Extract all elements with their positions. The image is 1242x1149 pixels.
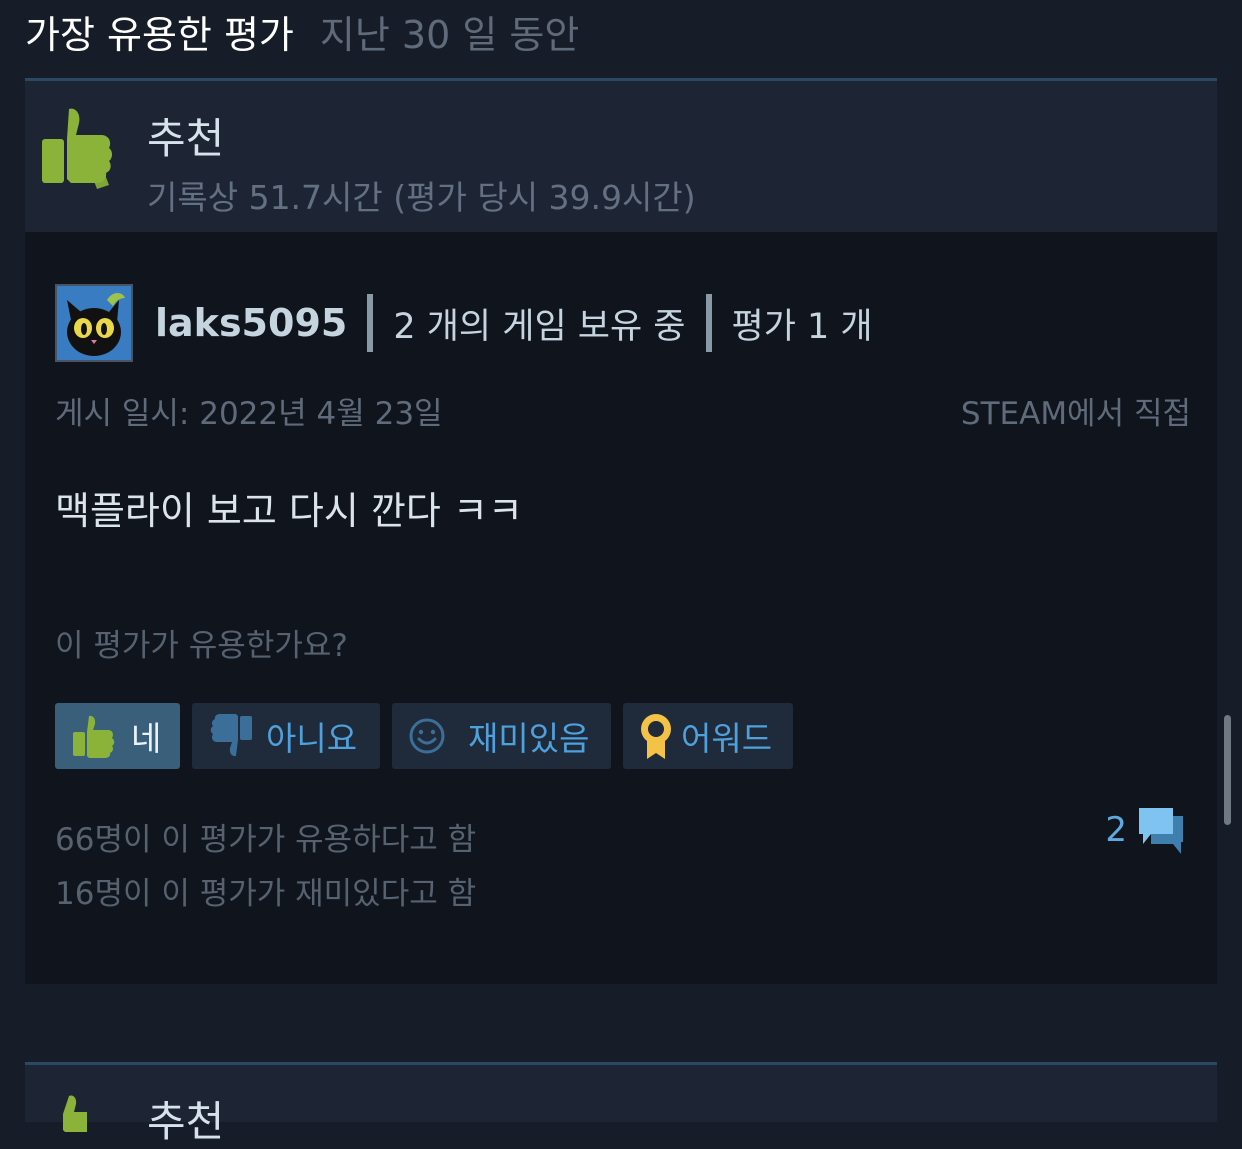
review-text: 맥플라이 보고 다시 깐다 ㅋㅋ [55,489,523,533]
helpful-question: 이 평가가 유용한가요? [55,628,348,664]
thumbs-up-icon [63,1095,87,1132]
funny-count: 16명이 이 평가가 재미있다고 함 [55,876,477,912]
award-button[interactable]: 어워드 [623,703,793,769]
section-period: 지난 30 일 동안 [319,13,580,57]
thumbs-up-icon [42,108,112,189]
divider [705,294,712,352]
divider [367,294,374,352]
thumbs-down-icon [210,714,252,757]
author-row: laks5095 2 개의 게임 보유 중 평가 1 개 [55,283,873,363]
helpful-count: 66명이 이 평가가 유용하다고 함 [55,822,477,858]
review-source: STEAM에서 직접 [960,396,1191,432]
thumbs-up-icon [73,715,115,758]
card-top-border [25,1062,1217,1065]
author-name[interactable]: laks5095 [155,301,347,345]
cat-avatar-icon [57,286,131,360]
next-recommendation-label: 추천 [147,1097,225,1146]
vote-yes-label: 네 [131,719,162,758]
author-games-owned[interactable]: 2 개의 게임 보유 중 [393,298,685,349]
vote-no-button[interactable]: 아니요 [192,703,380,769]
scrollbar[interactable] [1224,715,1231,825]
review-card: 추천 기록상 51.7시간 (평가 당시 39.9시간) laks5095 2 … [25,78,1217,984]
comment-bubble-icon [1139,808,1183,854]
award-label: 어워드 [681,719,773,758]
section-header: 가장 유용한 평가 지난 30 일 동안 [25,4,580,57]
vote-no-label: 아니요 [266,719,358,758]
vote-funny-button[interactable]: 재미있음 [392,703,611,769]
smiley-icon [409,718,445,754]
posted-date: 게시 일시: 2022년 4월 23일 [55,396,443,432]
comments-link[interactable]: 2 [1105,804,1187,856]
vote-funny-label: 재미있음 [468,719,590,758]
award-ribbon-icon [641,714,671,759]
next-review-card: 추천 [25,1062,1217,1146]
recommendation-header[interactable]: 추천 기록상 51.7시간 (평가 당시 39.9시간) [25,81,1217,232]
vote-yes-button[interactable]: 네 [55,703,180,769]
section-title: 가장 유용한 평가 [25,13,294,57]
playtime-hours: 기록상 51.7시간 (평가 당시 39.9시간) [147,178,696,217]
comment-count: 2 [1105,810,1127,850]
author-review-count[interactable]: 평가 1 개 [732,298,873,349]
avatar[interactable] [55,284,133,362]
recommendation-label: 추천 [147,114,225,163]
